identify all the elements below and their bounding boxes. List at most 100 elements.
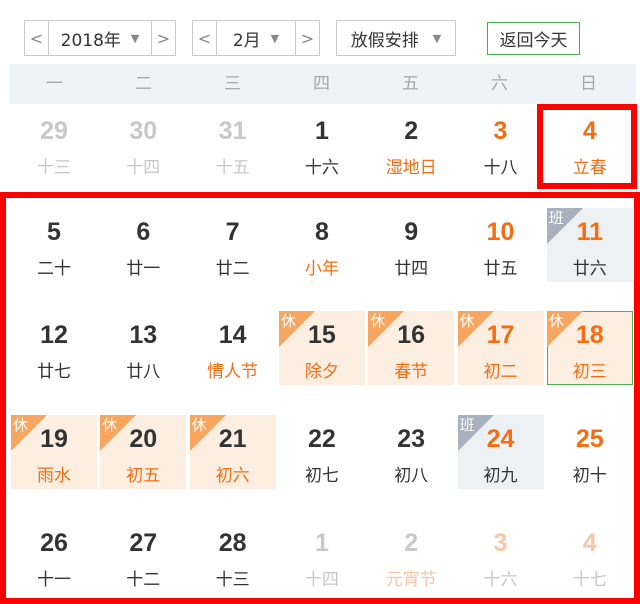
day-number: 6 <box>136 218 151 246</box>
day-number: 13 <box>129 321 158 349</box>
calendar-day-cell[interactable]: 7 廿二 <box>190 208 276 282</box>
weekday-header: 一 二 三 四 五 六 日 <box>10 64 636 104</box>
calendar-day-cell[interactable]: 27 十二 <box>100 519 186 593</box>
calendar-day-cell[interactable]: 3 十六 <box>458 519 544 593</box>
weekday-label: 一 <box>46 74 63 94</box>
lunar-date: 廿一 <box>126 259 161 279</box>
day-number: 23 <box>397 425 426 453</box>
weekday-label: 日 <box>580 74 597 94</box>
calendar-day-cell[interactable]: 13 廿八 <box>100 311 186 385</box>
month-dropdown[interactable]: 2月 ▼ <box>217 21 295 55</box>
calendar-day-cell[interactable]: 4 十七 <box>547 519 633 593</box>
day-number: 20 <box>129 425 158 453</box>
calendar-day-cell[interactable]: 25 初十 <box>547 415 633 489</box>
prev-year-icon[interactable]: < <box>25 21 49 55</box>
calendar-day-cell[interactable]: 30 十四 <box>100 107 186 181</box>
back-to-today-button[interactable]: 返回今天 <box>487 22 580 55</box>
calendar-day-cell[interactable]: 3 十八 <box>458 107 544 181</box>
day-number: 30 <box>129 117 158 145</box>
day-number: 29 <box>40 117 68 145</box>
calendar-day-cell[interactable]: 班 24 初九 <box>457 415 544 489</box>
next-year-icon[interactable]: > <box>151 21 175 55</box>
lunar-date: 元宵节 <box>385 570 437 590</box>
weekday-label: 二 <box>135 74 152 94</box>
calendar-day-cell[interactable]: 休 16 春节 <box>368 311 455 385</box>
lunar-date: 二十 <box>37 259 71 279</box>
calendar-day-cell[interactable]: 休 21 初六 <box>189 415 276 489</box>
calendar-day-cell[interactable]: 23 初八 <box>368 415 454 489</box>
day-number: 3 <box>493 529 508 557</box>
day-number: 14 <box>218 321 247 349</box>
day-number: 17 <box>486 321 515 349</box>
day-number: 1 <box>314 529 329 557</box>
day-number: 5 <box>47 218 61 246</box>
calendar-day-cell[interactable]: 8 小年 <box>279 208 365 282</box>
day-number: 27 <box>129 529 158 557</box>
calendar-day-cell[interactable]: 4 立春 <box>547 107 633 181</box>
calendar-day-cell[interactable]: 10 廿五 <box>458 208 544 282</box>
lunar-date: 十六 <box>483 570 518 590</box>
calendar-day-cell[interactable]: 22 初七 <box>279 415 365 489</box>
calendar-day-cell[interactable]: 26 十一 <box>11 519 97 593</box>
weekday-label: 三 <box>224 74 241 94</box>
calendar-day-cell[interactable]: 休 17 初二 <box>457 311 544 385</box>
next-month-icon[interactable]: > <box>295 21 319 55</box>
lunar-date: 初五 <box>126 466 161 486</box>
lunar-date: 十八 <box>483 158 518 178</box>
day-number: 4 <box>582 117 597 145</box>
day-number: 12 <box>40 321 68 349</box>
day-number: 8 <box>314 218 329 246</box>
lunar-date: 初六 <box>215 466 250 486</box>
year-value: 2018年 <box>60 30 121 51</box>
lunar-date: 除夕 <box>304 362 339 382</box>
lunar-date: 十六 <box>304 158 339 178</box>
lunar-date: 初三 <box>572 362 607 382</box>
holiday-schedule-dropdown[interactable]: 放假安排 ▼ <box>336 20 456 56</box>
lunar-date: 初七 <box>304 466 339 486</box>
day-number: 2 <box>404 529 419 557</box>
calendar-day-cell[interactable]: 休 19 雨水 <box>11 415 97 489</box>
day-number: 21 <box>218 425 247 453</box>
calendar-day-cell[interactable]: 5 二十 <box>11 208 97 282</box>
prev-month-icon[interactable]: < <box>193 21 217 55</box>
lunar-date: 小年 <box>304 259 339 279</box>
day-number: 16 <box>397 321 426 349</box>
calendar-day-cell[interactable]: 休 20 初五 <box>100 415 187 489</box>
lunar-date: 立春 <box>572 158 607 178</box>
calendar-day-cell[interactable]: 2 元宵节 <box>368 519 454 593</box>
day-number: 3 <box>493 117 508 145</box>
calendar-day-cell[interactable]: 休 15 除夕 <box>278 311 365 385</box>
chevron-down-icon: ▼ <box>270 31 280 45</box>
calendar-day-cell[interactable]: 12 廿七 <box>11 311 97 385</box>
lunar-date: 十三 <box>215 570 250 590</box>
month-selector[interactable]: < 2月 ▼ > <box>192 20 320 56</box>
calendar-day-cell[interactable]: 2 湿地日 <box>368 107 454 181</box>
day-number: 9 <box>404 218 419 246</box>
year-dropdown[interactable]: 2018年 ▼ <box>49 21 151 55</box>
lunar-date: 十四 <box>126 158 161 178</box>
day-number: 25 <box>575 425 604 453</box>
calendar-day-cell[interactable]: 1 十四 <box>279 519 365 593</box>
calendar-day-cell[interactable]: 6 廿一 <box>100 208 186 282</box>
calendar-toolbar: < 2018年 ▼ > < 2月 ▼ > 放假安排 ▼ 返回今天 <box>0 0 640 64</box>
calendar-day-cell[interactable]: 31 十五 <box>190 107 276 181</box>
lunar-date: 十四 <box>304 570 339 590</box>
lunar-date: 廿五 <box>483 259 518 279</box>
holiday-schedule-label: 放假安排 <box>350 30 419 51</box>
calendar-day-cell[interactable]: 9 廿四 <box>368 208 454 282</box>
calendar-day-cell[interactable]: 1 十六 <box>279 107 365 181</box>
lunar-date: 初八 <box>394 466 429 486</box>
calendar-day-cell[interactable]: 28 十三 <box>190 519 276 593</box>
year-selector[interactable]: < 2018年 ▼ > <box>24 20 176 56</box>
calendar-day-cell[interactable]: 休 18 初三 <box>546 311 633 385</box>
weekday-label: 五 <box>402 74 419 94</box>
calendar-day-cell[interactable]: 14 情人节 <box>190 311 276 385</box>
day-number: 2 <box>404 117 419 145</box>
lunar-date: 廿四 <box>394 259 429 279</box>
lunar-date: 初九 <box>483 466 518 486</box>
calendar-day-cell[interactable]: 班 11 廿六 <box>546 208 633 282</box>
calendar-day-cell[interactable]: 29 十三 <box>11 107 97 181</box>
lunar-date: 春节 <box>394 362 429 382</box>
month-value: 2月 <box>232 30 261 51</box>
lunar-date: 十五 <box>215 158 250 178</box>
